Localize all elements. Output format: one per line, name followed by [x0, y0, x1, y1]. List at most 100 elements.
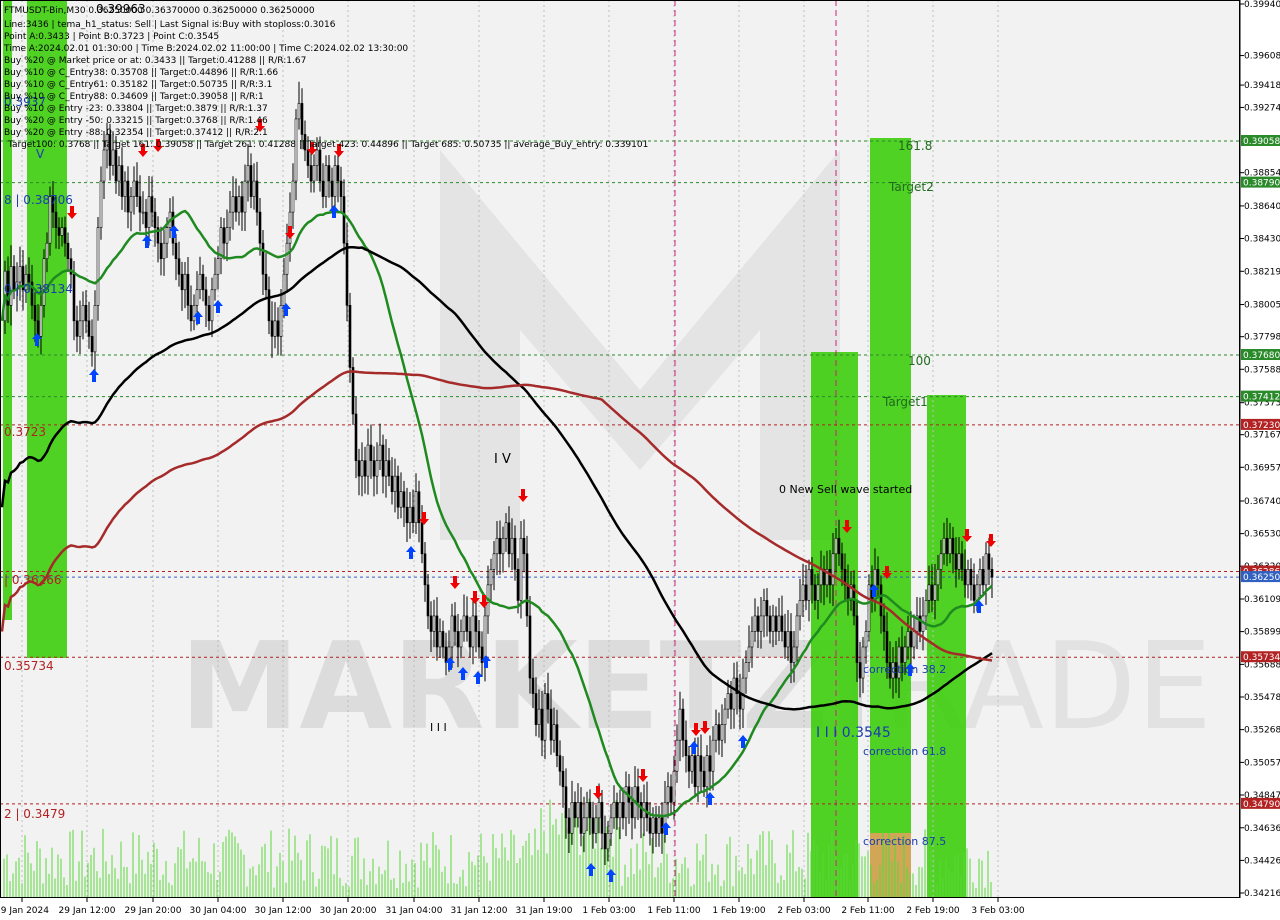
candle-body — [666, 786, 670, 803]
candle-body — [615, 801, 619, 819]
candle-body — [933, 584, 937, 601]
candle-body — [798, 600, 802, 617]
candle-body — [675, 739, 679, 772]
candle-body — [225, 227, 229, 244]
time-tick-label: 29 Jan 20:00 — [125, 906, 182, 916]
candle-body — [942, 537, 946, 555]
candle-body — [708, 755, 712, 772]
candle-body — [132, 180, 136, 197]
candle-body — [336, 165, 340, 182]
candle-body — [630, 801, 634, 819]
candle-body — [801, 584, 805, 601]
candle-body — [297, 103, 301, 120]
price-level-tag-label: 0.35734 — [1243, 653, 1280, 663]
candle-body — [510, 537, 514, 555]
candle-body — [495, 537, 499, 555]
candle-body — [669, 786, 673, 803]
candle-body — [594, 817, 598, 834]
candle-body — [249, 165, 253, 197]
candle-body — [399, 491, 403, 508]
candle-body — [900, 646, 904, 663]
candle-body — [807, 569, 811, 601]
candle-body — [567, 817, 571, 834]
candle-body — [747, 646, 751, 663]
candle-body — [39, 305, 43, 337]
candle-body — [687, 755, 691, 772]
candle-body — [99, 180, 103, 228]
candle-body — [18, 266, 22, 283]
candle-body — [864, 631, 868, 648]
candle-body — [57, 227, 61, 236]
candle-body — [210, 289, 214, 322]
candle-body — [396, 475, 400, 508]
candle-body — [753, 615, 757, 632]
candle-body — [378, 444, 382, 461]
candle-body — [186, 273, 190, 306]
candle-body — [597, 801, 601, 819]
candle-body — [126, 180, 130, 213]
candle-body — [729, 693, 733, 710]
time-tick-label: 31 Jan 19:00 — [516, 906, 573, 916]
candle-body — [792, 646, 796, 663]
candle-body — [912, 631, 916, 648]
candle-body — [516, 569, 520, 601]
candle-body — [828, 569, 832, 586]
candle-body — [732, 677, 736, 710]
candle-body — [111, 149, 115, 166]
candle-body — [750, 631, 754, 648]
candle-body — [957, 553, 961, 570]
candle-body — [969, 569, 973, 586]
candle-body — [453, 615, 457, 632]
time-tick-label: 30 Jan 12:00 — [255, 906, 312, 916]
candle-body — [780, 615, 784, 632]
candle-body — [492, 553, 496, 570]
candle-body — [180, 273, 184, 291]
info-targets-line: Target100: 0.3768 || Target 161: 0.39058… — [7, 140, 648, 150]
wave-iii-label: I I I — [430, 721, 447, 734]
candle-body — [930, 584, 934, 601]
correction-61-label: correction 61.8 — [863, 745, 946, 758]
candle-body — [405, 506, 409, 524]
candle-body — [909, 631, 913, 648]
candle-body — [813, 584, 817, 601]
price-level-tag-label: 0.39058 — [1243, 137, 1280, 147]
price-tick-label: 0.37588 — [1244, 365, 1280, 375]
candle-body — [369, 444, 373, 461]
price-level-tag-label: 0.37412 — [1243, 393, 1280, 403]
candle-body — [411, 506, 415, 524]
candle-body — [279, 305, 283, 337]
candle-body — [552, 724, 556, 741]
candle-body — [789, 631, 793, 663]
info-line: Point A:0.3433 | Point B:0.3723 | Point … — [4, 32, 219, 42]
candle-body — [204, 289, 208, 306]
price-tick-label: 0.38640 — [1244, 202, 1280, 212]
candle-body — [702, 770, 706, 788]
candle-body — [174, 242, 178, 260]
candle-body — [837, 537, 841, 555]
candle-body — [546, 693, 550, 710]
candle-body — [240, 196, 244, 213]
candle-body — [84, 305, 88, 322]
candle-body — [429, 615, 433, 632]
candle-body — [78, 320, 82, 337]
left-label-36266: | 0.36266 — [4, 573, 61, 587]
candle-body — [438, 631, 442, 648]
candle-body — [489, 569, 493, 586]
candle-body — [762, 600, 766, 617]
candle-body — [684, 739, 688, 757]
candle-body — [474, 615, 478, 632]
target-zone — [811, 352, 858, 898]
candle-body — [138, 196, 142, 213]
candle-body — [177, 258, 181, 275]
price-chart[interactable]: MARKETZITRADE 0 New Sell wave started I … — [0, 0, 1280, 920]
candle-body — [261, 242, 265, 275]
candle-body — [654, 817, 658, 834]
candle-body — [456, 631, 460, 648]
candle-body — [282, 273, 286, 306]
candle-body — [345, 242, 349, 306]
price-tick-label: 0.34636 — [1244, 824, 1280, 834]
candle-body — [417, 491, 421, 524]
candle-body — [468, 631, 472, 648]
candle-body — [45, 242, 49, 260]
candle-body — [519, 537, 523, 601]
